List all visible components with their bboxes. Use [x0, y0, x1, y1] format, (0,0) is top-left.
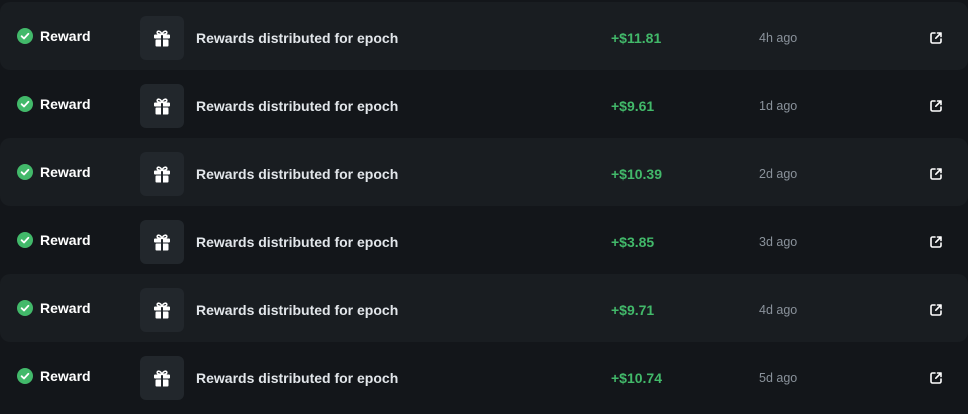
status: Reward [17, 206, 91, 274]
external-link-icon[interactable] [928, 98, 944, 114]
transaction-row[interactable]: Reward Rewards distributed for epoch +$1… [0, 342, 968, 410]
gift-icon [154, 98, 170, 115]
gift-icon [154, 234, 170, 251]
timestamp: 3d ago [759, 235, 798, 249]
transaction-row[interactable]: Reward Rewards distributed for epoch +$9… [0, 70, 968, 138]
external-link-icon[interactable] [928, 166, 944, 182]
gift-icon [154, 166, 170, 183]
description: Rewards distributed for epoch [196, 302, 399, 318]
gift-icon [154, 30, 170, 47]
status-label: Reward [40, 28, 91, 44]
check-circle-icon [17, 28, 33, 44]
gift-icon-box [140, 220, 184, 264]
description: Rewards distributed for epoch [196, 166, 399, 182]
external-link-icon[interactable] [928, 234, 944, 250]
timestamp: 5d ago [759, 371, 798, 385]
status-label: Reward [40, 368, 91, 384]
description: Rewards distributed for epoch [196, 98, 399, 114]
status-label: Reward [40, 96, 91, 112]
transaction-row[interactable]: Reward Rewards distributed for epoch +$1… [0, 2, 968, 70]
transaction-row[interactable]: Reward Rewards distributed for epoch +$1… [0, 138, 968, 206]
amount: +$10.39 [611, 166, 662, 182]
status: Reward [17, 274, 91, 342]
check-circle-icon [17, 232, 33, 248]
timestamp: 4d ago [759, 303, 798, 317]
gift-icon-box [140, 288, 184, 332]
gift-icon-box [140, 152, 184, 196]
external-link-icon[interactable] [928, 370, 944, 386]
timestamp: 2d ago [759, 167, 798, 181]
status-label: Reward [40, 164, 91, 180]
status-label: Reward [40, 300, 91, 316]
gift-icon-box [140, 356, 184, 400]
status: Reward [17, 70, 91, 138]
amount: +$11.81 [611, 30, 662, 46]
status: Reward [17, 2, 91, 70]
amount: +$3.85 [611, 234, 655, 250]
check-circle-icon [17, 368, 33, 384]
check-circle-icon [17, 96, 33, 112]
transaction-list: Reward Rewards distributed for epoch +$1… [0, 0, 968, 414]
amount: +$10.74 [611, 370, 662, 386]
gift-icon [154, 370, 170, 387]
gift-icon [154, 302, 170, 319]
status: Reward [17, 138, 91, 206]
timestamp: 4h ago [759, 31, 798, 45]
status-label: Reward [40, 232, 91, 248]
gift-icon-box [140, 84, 184, 128]
check-circle-icon [17, 300, 33, 316]
description: Rewards distributed for epoch [196, 234, 399, 250]
gift-icon-box [140, 16, 184, 60]
amount: +$9.61 [611, 98, 655, 114]
external-link-icon[interactable] [928, 30, 944, 46]
transaction-row[interactable]: Reward Rewards distributed for epoch +$3… [0, 206, 968, 274]
description: Rewards distributed for epoch [196, 370, 399, 386]
timestamp: 1d ago [759, 99, 798, 113]
transaction-row[interactable]: Reward Rewards distributed for epoch +$9… [0, 274, 968, 342]
amount: +$9.71 [611, 302, 655, 318]
external-link-icon[interactable] [928, 302, 944, 318]
description: Rewards distributed for epoch [196, 30, 399, 46]
status: Reward [17, 342, 91, 410]
check-circle-icon [17, 164, 33, 180]
